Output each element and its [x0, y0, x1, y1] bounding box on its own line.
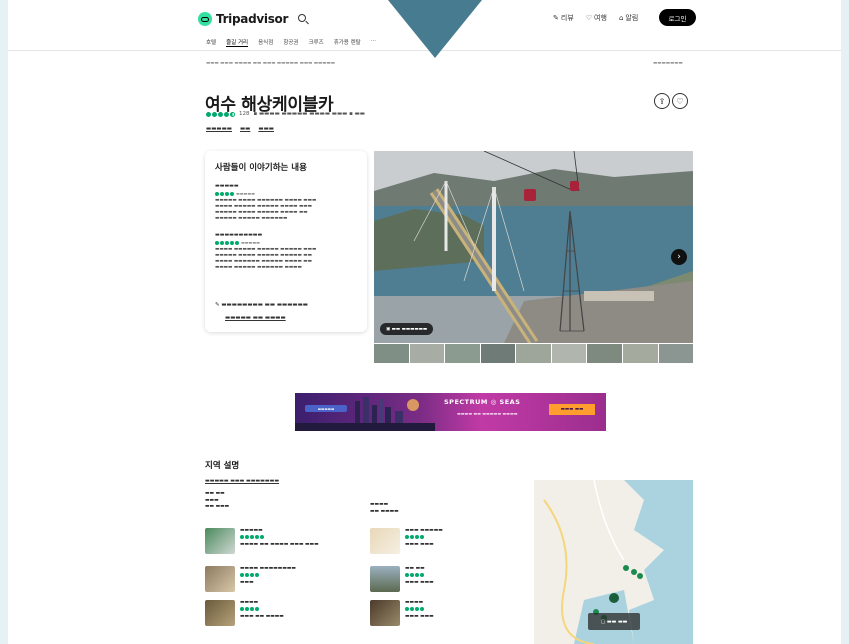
- photo-thumbnail[interactable]: [551, 344, 587, 363]
- alerts-link[interactable]: ⌂ 알림: [619, 13, 638, 23]
- review-label: 리뷰: [560, 14, 574, 22]
- poi-thumbnail: [205, 566, 235, 592]
- nav-item-cruises[interactable]: 크루즈: [309, 38, 324, 47]
- nearby-poi[interactable]: ▬▬▬ ▬▬▬▬▬ ▬▬▬ ▬▬▬: [370, 528, 443, 554]
- poi-thumbnail: [205, 600, 235, 626]
- logo-text: Tripadvisor: [216, 12, 289, 26]
- poi-info: ▬▬▬▬ ▬▬▬ ▬▬ ▬▬▬▬: [240, 600, 284, 619]
- nav-item-restaurants[interactable]: 음식점: [258, 38, 273, 47]
- photo-thumbnail[interactable]: [622, 344, 658, 363]
- alerts-label: 알림: [625, 14, 639, 22]
- search-icon[interactable]: [298, 14, 306, 22]
- poi-info: ▬▬ ▬▬ ▬▬▬ ▬▬▬: [405, 566, 434, 585]
- trips-label: 여행: [594, 14, 607, 22]
- share-icon[interactable]: ⇪: [654, 93, 670, 109]
- ad-brand: SPECTRUM ◎ SEAS: [444, 398, 521, 406]
- heart-icon: ♡: [585, 14, 593, 22]
- pencil-icon: ✎: [553, 14, 559, 22]
- breadcrumb[interactable]: ▬▬▬ ▬▬▬ ▬▬▬▬ ▬▬ ▬▬▬ ▬▬▬▬▬ ▬▬▬ ▬▬▬▬▬: [206, 61, 335, 66]
- header-links: ✎ 리뷰 ♡ 여행 ⌂ 알림: [553, 13, 638, 23]
- poi-info: ▬▬▬▬ ▬▬▬▬▬▬▬▬ ▬▬▬: [240, 566, 296, 585]
- photo-thumbnail[interactable]: [445, 344, 480, 363]
- poi-thumbnail: [205, 528, 235, 554]
- breadcrumb-aside: ▬▬▬▬▬▬▬: [653, 61, 683, 66]
- reviews-summary-card: 사람들이 이야기하는 내용 ▬▬▬▬▬ ▬▬▬▬▬ ▬▬▬▬▬ ▬▬▬▬ ▬▬▬…: [205, 151, 367, 332]
- write-review-prompt[interactable]: ✎ ▬▬▬▬▬▬▬▬ ▬▬ ▬▬▬▬▬▬: [215, 302, 308, 308]
- nearby-location: ▬▬▬▬ ▬▬ ▬▬▬▬: [370, 502, 399, 514]
- rating-bubbles: [206, 111, 235, 117]
- review-snippet[interactable]: ▬▬▬▬▬ ▬▬▬▬▬ ▬▬▬▬▬ ▬▬▬▬ ▬▬▬▬▬▬ ▬▬▬▬ ▬▬▬ ▬▬…: [215, 183, 357, 222]
- hero-photo[interactable]: › ▣ ▬▬ ▬▬▬▬▬▬: [374, 151, 693, 343]
- photo-thumbnail[interactable]: [480, 344, 516, 363]
- reviews-card-title: 사람들이 이야기하는 내용: [215, 163, 307, 173]
- ad-cta-button[interactable]: ▬▬▬ ▬▬: [549, 404, 595, 415]
- main-nav: 호텔 즐길 거리 음식점 항공권 크루즈 휴가용 렌탈 ···: [206, 38, 376, 47]
- poi-thumbnail: [370, 600, 400, 626]
- nearby-location: ▬▬ ▬▬ ▬▬▬ ▬▬ ▬▬▬: [205, 491, 230, 509]
- review-snippet-text: ▬▬▬▬▬ ▬▬▬▬ ▬▬▬▬▬▬ ▬▬▬▬ ▬▬▬ ▬▬▬▬ ▬▬▬▬▬ ▬▬▬…: [215, 198, 317, 221]
- ad-logo-tag: ▬▬▬▬▬: [305, 405, 347, 412]
- nav-item-rentals[interactable]: 휴가용 렌탈: [334, 38, 361, 47]
- poi-info: ▬▬▬▬▬ ▬▬▬▬ ▬▬ ▬▬▬▬ ▬▬▬ ▬▬▬: [240, 528, 319, 547]
- subnav-item[interactable]: ▬▬▬: [258, 126, 274, 132]
- next-photo-button[interactable]: ›: [671, 249, 687, 265]
- rating-bubbles: [215, 240, 239, 245]
- photo-thumbnail[interactable]: [516, 344, 551, 363]
- cable-car-bridge-photo: [374, 151, 693, 343]
- photo-thumbnails: [374, 344, 694, 363]
- review-snippet-meta: ▬▬▬▬▬: [215, 191, 357, 196]
- review-snippet-title: ▬▬▬▬▬: [215, 183, 239, 189]
- review-snippet-text: ▬▬▬▬ ▬▬▬▬▬ ▬▬▬▬▬ ▬▬▬▬▬ ▬▬▬ ▬▬▬▬▬ ▬▬▬▬ ▬▬▬…: [215, 247, 317, 270]
- photo-thumbnail[interactable]: [374, 344, 409, 363]
- poi-info: ▬▬▬ ▬▬▬▬▬ ▬▬▬ ▬▬▬: [405, 528, 443, 547]
- page: Tripadvisor ✎ 리뷰 ♡ 여행 ⌂ 알림 로그인 호텔 즐길 거리 음식점…: [8, 0, 841, 644]
- overlay-pointer-marker: [388, 0, 482, 58]
- tripadvisor-logo[interactable]: Tripadvisor: [198, 12, 288, 26]
- review-snippet-meta: ▬▬▬▬▬: [215, 240, 357, 245]
- ranking-text: ▪ ▬▬▬▬ ▬▬▬▬▬ ▬▬▬▬ ▬▬▬ ▪ ▬▬: [253, 111, 365, 117]
- pencil-icon: ✎: [215, 302, 220, 308]
- review-count[interactable]: 128: [239, 111, 250, 117]
- save-heart-icon[interactable]: ♡: [672, 93, 688, 109]
- photo-thumbnail[interactable]: [409, 344, 445, 363]
- view-map-button[interactable]: ▢ ▬▬ ▬▬: [588, 613, 640, 630]
- nav-item-flights[interactable]: 항공권: [283, 38, 298, 47]
- nearby-poi[interactable]: ▬▬ ▬▬ ▬▬▬ ▬▬▬: [370, 566, 434, 592]
- review-snippet[interactable]: ▬▬▬▬▬▬▬▬▬▬ ▬▬▬▬▬ ▬▬▬▬ ▬▬▬▬▬ ▬▬▬▬▬ ▬▬▬▬▬ …: [215, 232, 357, 271]
- nearby-poi[interactable]: ▬▬▬▬ ▬▬▬ ▬▬▬: [370, 600, 434, 626]
- photo-count-badge[interactable]: ▣ ▬▬ ▬▬▬▬▬▬: [380, 323, 434, 335]
- rating-bubbles: [215, 191, 234, 196]
- nearby-poi[interactable]: ▬▬▬▬ ▬▬▬▬▬▬▬▬ ▬▬▬: [205, 566, 296, 592]
- rating-row: 128 ▪ ▬▬▬▬ ▬▬▬▬▬ ▬▬▬▬ ▬▬▬ ▪ ▬▬: [206, 111, 365, 117]
- owl-logo-icon: [198, 12, 212, 26]
- review-snippet-title: ▬▬▬▬▬▬▬▬▬▬: [215, 232, 263, 238]
- subnav-item[interactable]: ▬▬: [240, 126, 250, 132]
- page-subnav: ▬▬▬▬▬ ▬▬ ▬▬▬: [206, 126, 274, 132]
- poi-thumbnail: [370, 528, 400, 554]
- login-button[interactable]: 로그인: [659, 9, 696, 26]
- poi-info: ▬▬▬▬ ▬▬▬ ▬▬▬: [405, 600, 434, 619]
- nav-more-icon[interactable]: ···: [371, 38, 376, 47]
- review-link[interactable]: ✎ 리뷰: [553, 13, 574, 23]
- area-link[interactable]: ▬▬▬▬▬ ▬▬▬ ▬▬▬▬▬▬▬: [205, 478, 279, 484]
- poi-thumbnail: [370, 566, 400, 592]
- nav-item-things-to-do[interactable]: 즐길 거리: [226, 38, 249, 47]
- bell-icon: ⌂: [618, 14, 624, 22]
- nearby-poi[interactable]: ▬▬▬▬ ▬▬▬ ▬▬ ▬▬▬▬: [205, 600, 284, 626]
- ad-subtext: ▬▬▬▬ ▬▬ ▬▬▬▬▬ ▬▬▬▬: [457, 411, 518, 416]
- trips-link[interactable]: ♡ 여행: [586, 13, 607, 23]
- subnav-item[interactable]: ▬▬▬▬▬: [206, 126, 232, 132]
- nearby-poi[interactable]: ▬▬▬▬▬ ▬▬▬▬ ▬▬ ▬▬▬▬ ▬▬▬ ▬▬▬: [205, 528, 319, 554]
- photo-thumbnail[interactable]: [587, 344, 622, 363]
- all-reviews-link[interactable]: ▬▬▬▬▬ ▬▬ ▬▬▬▬: [225, 315, 286, 321]
- nav-item-hotels[interactable]: 호텔: [206, 38, 216, 47]
- photo-thumbnail[interactable]: [658, 344, 694, 363]
- area-section-title: 지역 설명: [205, 461, 240, 471]
